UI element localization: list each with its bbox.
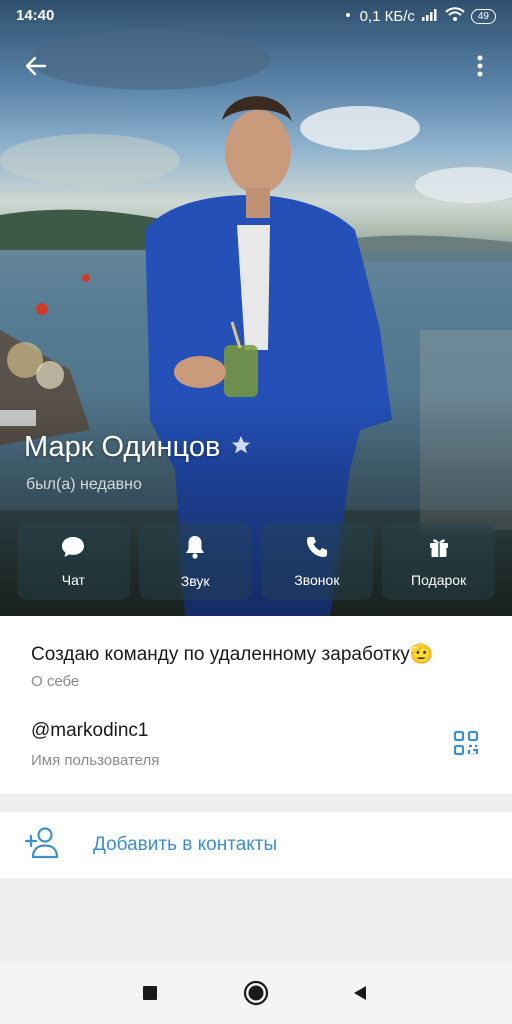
gift-icon (427, 535, 451, 564)
sound-button[interactable]: Звук (138, 522, 252, 600)
chat-button-label: Чат (61, 571, 85, 588)
arrow-left-icon (24, 54, 48, 83)
more-vertical-icon (477, 55, 483, 82)
recent-apps-button[interactable] (136, 981, 164, 1009)
square-icon (142, 985, 158, 1006)
signal-icon (421, 8, 439, 25)
wifi-icon (445, 7, 465, 25)
qr-code-icon (453, 730, 479, 761)
back-nav-button[interactable] (346, 981, 374, 1009)
profile-actions: Чат Звук Звонок Подарок (17, 522, 495, 600)
chat-button[interactable]: Чат (17, 522, 130, 600)
network-speed: 0,1 КБ/с (359, 7, 415, 25)
bio-caption: О себе (31, 673, 80, 690)
qr-code-button[interactable] (446, 725, 486, 765)
triangle-back-icon (351, 984, 369, 1007)
call-button[interactable]: Звонок (260, 522, 374, 600)
battery-indicator: 49 (470, 8, 496, 24)
alarm-icon (342, 8, 354, 25)
profile-name: Марк Одинцов (24, 431, 252, 464)
back-button[interactable] (16, 48, 56, 88)
gift-button-label: Подарок (411, 571, 467, 588)
status-time: 14:40 (16, 7, 55, 24)
home-button[interactable] (242, 980, 270, 1011)
salute-emoji: 🫡 (409, 644, 434, 665)
profile-name-text: Марк Одинцов (24, 431, 221, 463)
bio-text-value: Создаю команду по удаленному заработку (31, 644, 410, 665)
circle-home-icon (243, 980, 269, 1011)
system-navigation-bar (0, 964, 512, 1024)
bell-icon (183, 534, 207, 565)
sound-button-label: Звук (180, 572, 210, 589)
add-to-contacts-label: Добавить в контакты (93, 834, 278, 855)
bio-text[interactable]: Создаю команду по удаленному заработку🫡 (31, 642, 433, 666)
gift-button[interactable]: Подарок (382, 522, 495, 600)
star-icon[interactable] (230, 431, 252, 464)
add-to-contacts-button[interactable]: Добавить в контакты (0, 812, 512, 878)
status-indicators: 0,1 КБ/с 49 (342, 7, 496, 25)
last-seen-status: был(а) недавно (26, 476, 142, 493)
call-button-label: Звонок (294, 571, 340, 588)
username-caption: Имя пользователя (31, 752, 160, 769)
chat-bubble-icon (60, 535, 86, 564)
username-value[interactable]: @markodinc1 (31, 720, 149, 742)
add-user-icon (24, 826, 60, 865)
status-bar: 14:40 0,1 КБ/с 49 (0, 0, 512, 32)
more-options-button[interactable] (460, 48, 500, 88)
phone-icon (305, 535, 329, 564)
